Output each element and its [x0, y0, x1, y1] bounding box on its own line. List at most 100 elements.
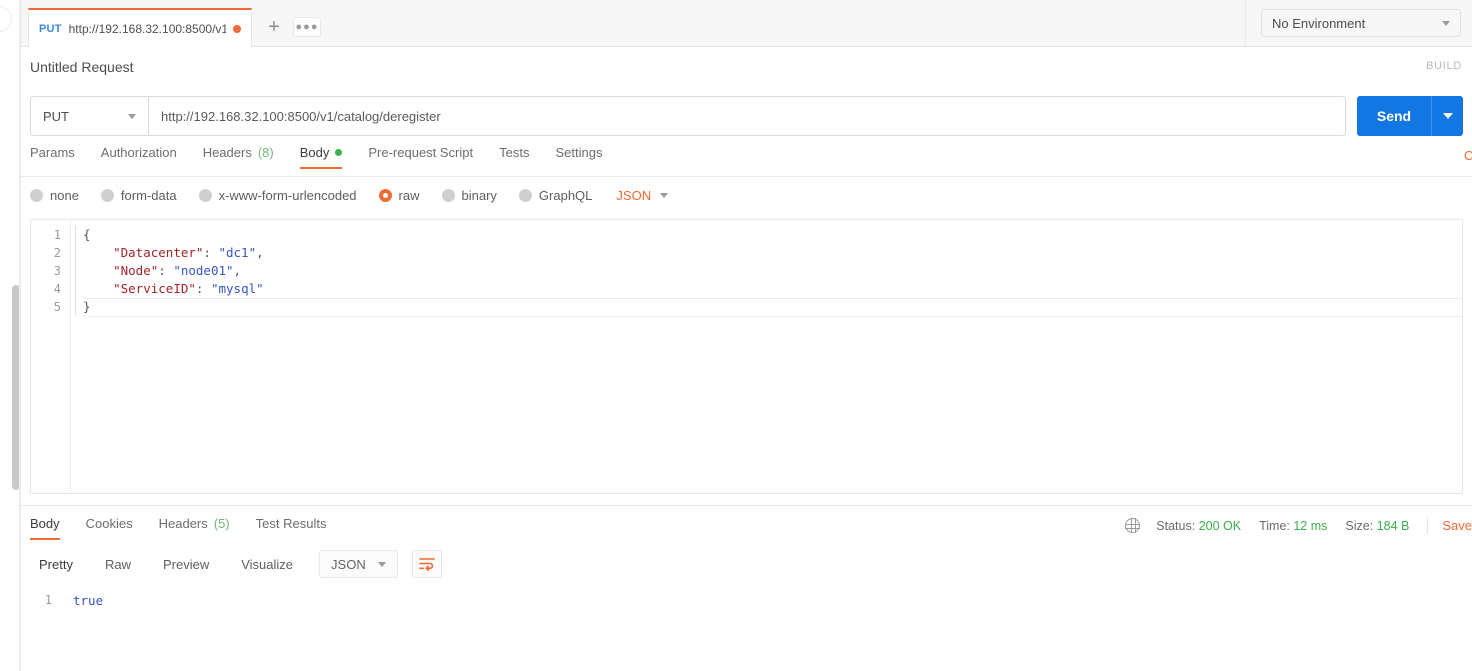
chevron-down-icon: [660, 192, 669, 198]
url-bar: PUT http://192.168.32.100:8500/v1/catalo…: [21, 87, 1472, 145]
status-badge: Status: 200 OK: [1156, 519, 1241, 533]
tab-params[interactable]: Params: [30, 145, 88, 169]
status-value: 200 OK: [1198, 518, 1242, 533]
tab-label: Pre-request Script: [368, 145, 474, 160]
code-fold-rail[interactable]: [75, 226, 83, 316]
tabstrip-divider: [1245, 0, 1246, 47]
body-type-graphql[interactable]: GraphQL: [518, 187, 593, 203]
response-tab-cookies[interactable]: Cookies: [73, 516, 146, 540]
view-mode-pretty[interactable]: Pretty: [30, 557, 89, 572]
unsaved-indicator-dot: [233, 24, 241, 33]
radio-icon: [518, 188, 532, 202]
tab-options-button[interactable]: ●●●: [293, 17, 321, 37]
tab-label: Headers: [158, 516, 208, 531]
body-type-label: binary: [461, 187, 497, 203]
line-number: 4: [53, 282, 61, 296]
tab-tests[interactable]: Tests: [486, 145, 542, 169]
body-type-none[interactable]: none: [30, 188, 79, 203]
tab-label: Authorization: [100, 145, 177, 160]
response-tab-test-results[interactable]: Test Results: [243, 516, 340, 540]
code-line: {: [83, 226, 1462, 244]
editor-code-area[interactable]: { "Datacenter": "dc1", "Node": "node01",…: [83, 226, 1462, 316]
tab-authorization[interactable]: Authorization: [88, 145, 190, 169]
radio-icon-selected: [378, 188, 392, 202]
tab-label: Test Results: [255, 516, 327, 531]
view-mode-preview[interactable]: Preview: [147, 557, 225, 572]
send-button-group: Send: [1357, 96, 1463, 136]
view-mode-visualize[interactable]: Visualize: [225, 557, 309, 572]
response-meta: Status: 200 OK Time: 12 ms Size: 184 B S…: [1125, 517, 1472, 534]
word-wrap-button[interactable]: [411, 550, 442, 578]
radio-icon: [100, 188, 114, 202]
build-label[interactable]: BUILD: [1426, 60, 1462, 72]
send-button[interactable]: Send: [1357, 96, 1431, 136]
chevron-down-icon: [128, 113, 136, 119]
environment-selector[interactable]: No Environment: [1261, 9, 1461, 37]
tab-label: Tests: [499, 145, 530, 160]
body-type-raw[interactable]: raw: [378, 188, 420, 203]
body-present-dot-icon: [335, 149, 343, 156]
time-label: Time:: [1259, 518, 1290, 533]
url-value: http://192.168.32.100:8500/v1/catalog/de…: [161, 108, 441, 124]
time-badge: Time: 12 ms: [1259, 519, 1327, 533]
method-selector[interactable]: PUT: [30, 96, 148, 136]
chevron-down-icon: [1442, 113, 1453, 119]
editor-row-divider: [83, 316, 1462, 317]
tab-body[interactable]: Body: [287, 145, 356, 169]
request-tab[interactable]: PUT http://192.168.32.100:8500/v1/...: [28, 8, 252, 47]
word-wrap-icon: [418, 558, 435, 571]
save-response-link[interactable]: Save: [1442, 518, 1472, 533]
response-format-selector[interactable]: JSON: [319, 550, 398, 578]
editor-gutter: 1 2 3 4 5: [31, 220, 71, 493]
code-text: "ServiceID": "mysql": [113, 281, 264, 296]
cookies-link-clipped[interactable]: C: [1464, 148, 1472, 163]
line-number: 1: [44, 593, 52, 607]
radio-icon: [441, 188, 455, 202]
size-badge: Size: 184 B: [1345, 519, 1409, 533]
response-tab-body[interactable]: Body: [30, 516, 73, 540]
body-type-label: GraphQL: [538, 187, 593, 203]
code-line: "Datacenter": "dc1",: [83, 244, 1462, 262]
postman-window: PUT http://192.168.32.100:8500/v1/... + …: [0, 0, 1472, 671]
code-text: "Node": "node01",: [113, 263, 242, 278]
response-body[interactable]: 1 true: [21, 585, 1472, 608]
request-tab-method: PUT: [39, 22, 62, 35]
tab-label: Params: [30, 145, 75, 160]
tab-strip: PUT http://192.168.32.100:8500/v1/... + …: [21, 0, 1472, 47]
response-tab-headers[interactable]: Headers (5): [146, 516, 243, 540]
tab-count: (8): [257, 145, 274, 160]
new-tab-button[interactable]: +: [261, 14, 287, 40]
size-value: 184 B: [1376, 518, 1410, 533]
response-panel: Body Cookies Headers (5) Test Results St…: [21, 505, 1472, 671]
code-text: {: [83, 227, 91, 242]
status-label: Status:: [1156, 518, 1196, 533]
send-options-button[interactable]: [1431, 96, 1463, 136]
environment-selected-label: No Environment: [1272, 15, 1366, 31]
radio-icon: [198, 188, 212, 202]
request-body-editor[interactable]: 1 2 3 4 5 { "Datacenter": "dc1", "Node":…: [30, 219, 1463, 494]
body-type-urlencoded[interactable]: x-www-form-urlencoded: [198, 188, 357, 203]
request-tabs-divider: [21, 176, 1472, 177]
url-input[interactable]: http://192.168.32.100:8500/v1/catalog/de…: [148, 96, 1346, 136]
page-title[interactable]: Untitled Request: [30, 59, 134, 75]
chevron-down-icon: [377, 561, 386, 567]
line-number: 3: [53, 264, 61, 278]
body-format-selector[interactable]: JSON: [616, 187, 669, 203]
code-line: "Node": "node01",: [83, 262, 1462, 280]
tab-pre-request-script[interactable]: Pre-request Script: [355, 145, 486, 169]
globe-icon[interactable]: [1125, 518, 1141, 533]
tab-settings[interactable]: Settings: [542, 145, 615, 169]
body-format-label: JSON: [616, 187, 652, 203]
body-type-label: none: [50, 187, 79, 203]
body-type-form-data[interactable]: form-data: [100, 188, 177, 203]
meta-divider: [1427, 517, 1429, 534]
body-type-binary[interactable]: binary: [441, 187, 497, 203]
sidebar-scrollbar-track[interactable]: [6, 0, 20, 671]
view-mode-raw[interactable]: Raw: [89, 557, 147, 572]
editor-row-divider: [83, 298, 1462, 299]
response-toolbar: Pretty Raw Preview Visualize JSON: [21, 543, 1472, 585]
response-tabs: Body Cookies Headers (5) Test Results St…: [21, 506, 1472, 543]
tab-headers[interactable]: Headers (8): [190, 145, 287, 169]
chevron-down-icon: [1442, 20, 1450, 26]
sidebar-divider: [19, 0, 20, 671]
